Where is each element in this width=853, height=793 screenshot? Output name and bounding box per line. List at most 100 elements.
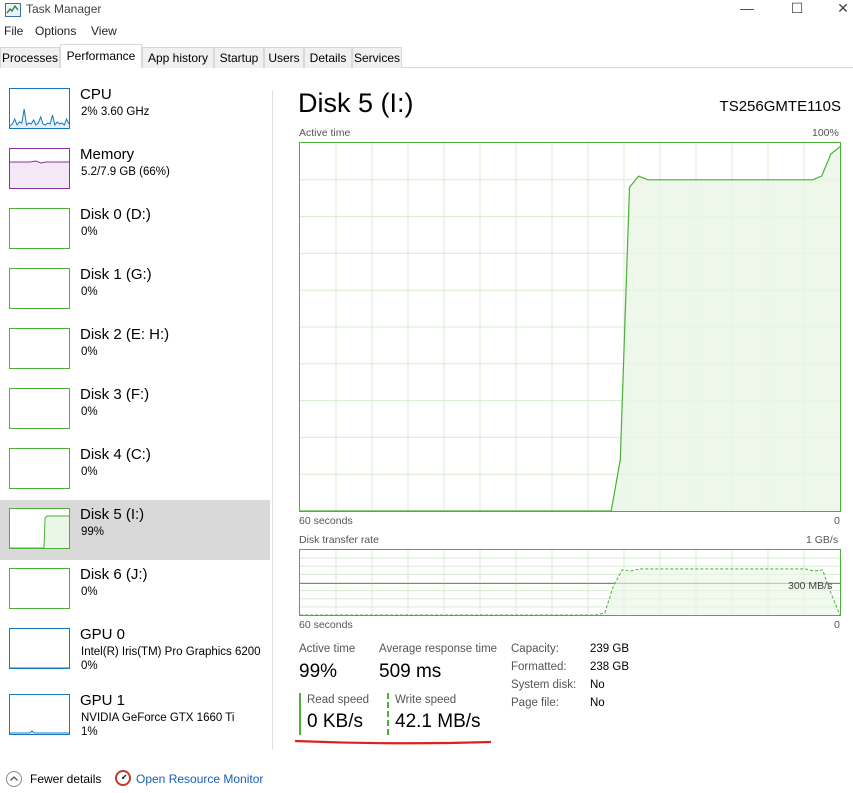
write-speed-label: Write speed bbox=[395, 694, 457, 706]
tab-details[interactable]: Details bbox=[304, 47, 352, 68]
sidebar-item-disk-1-g[interactable]: Disk 1 (G:) 0% bbox=[0, 260, 270, 320]
active-time-graph-min: 0 bbox=[834, 515, 840, 527]
sidebar-divider bbox=[272, 90, 273, 750]
read-speed-label: Read speed bbox=[307, 694, 370, 706]
minimize-button[interactable]: — bbox=[724, 0, 770, 20]
sidebar-thumbnail-graph bbox=[9, 208, 70, 249]
open-resource-monitor-link[interactable]: Open Resource Monitor bbox=[136, 772, 263, 786]
menu-file[interactable]: File bbox=[4, 24, 23, 38]
sidebar-item-detail: 0% bbox=[81, 286, 98, 298]
sidebar-item-disk-2-e-h[interactable]: Disk 2 (E: H:) 0% bbox=[0, 320, 270, 380]
sidebar-thumbnail-graph bbox=[9, 388, 70, 429]
sidebar-item-disk-5-i[interactable]: Disk 5 (I:) 99% bbox=[0, 500, 270, 560]
tab-app-history[interactable]: App history bbox=[142, 47, 214, 68]
write-speed-area bbox=[300, 568, 840, 615]
sidebar-item-name: Disk 3 (F:) bbox=[80, 386, 150, 403]
response-time-label: Average response time bbox=[379, 643, 498, 655]
sidebar-thumbnail-graph bbox=[9, 328, 70, 369]
write-speed-marker bbox=[387, 693, 389, 735]
window-title: Task Manager bbox=[26, 2, 102, 16]
sidebar-item-gpu-1[interactable]: GPU 1 NVIDIA GeForce GTX 1660 Ti 1% bbox=[0, 686, 270, 746]
sidebar-thumbnail-graph bbox=[9, 148, 70, 189]
formatted-value: 238 GB bbox=[590, 661, 629, 673]
sidebar-thumbnail-graph bbox=[9, 268, 70, 309]
sidebar-item-disk-4-c[interactable]: Disk 4 (C:) 0% bbox=[0, 440, 270, 500]
red-annotation-underline bbox=[294, 739, 492, 745]
maximize-button[interactable]: ☐ bbox=[774, 0, 820, 20]
transfer-graph-label: Disk transfer rate bbox=[299, 534, 379, 546]
sidebar-thumbnail-graph bbox=[9, 448, 70, 489]
transfer-graph-xlabel: 60 seconds bbox=[299, 619, 353, 631]
active-time-value: 99% bbox=[299, 661, 338, 682]
sidebar-item-detail: 0% bbox=[81, 586, 98, 598]
transfer-graph-max: 1 GB/s bbox=[806, 534, 839, 546]
performance-sidebar: CPU 2% 3.60 GHz Memory 5.2/7.9 GB (66%) Disk… bbox=[0, 82, 270, 754]
sidebar-item-disk-0-d[interactable]: Disk 0 (D:) 0% bbox=[0, 200, 270, 260]
disk-model: TS256GMTE110S bbox=[719, 98, 841, 115]
menu-view[interactable]: View bbox=[91, 24, 117, 38]
task-manager-icon bbox=[5, 3, 21, 17]
menu-options[interactable]: Options bbox=[35, 24, 76, 38]
transfer-graph-mark: 300 MB/s bbox=[788, 580, 833, 592]
page-file-value: No bbox=[590, 697, 605, 709]
active-time-graph-label: Active time bbox=[299, 127, 351, 139]
page-file-label: Page file: bbox=[511, 697, 559, 709]
active-time-graph-max: 100% bbox=[812, 127, 839, 139]
sidebar-item-name: Memory bbox=[80, 146, 135, 163]
active-time-graph bbox=[299, 142, 841, 512]
active-time-label: Active time bbox=[299, 643, 356, 655]
sidebar-item-memory[interactable]: Memory 5.2/7.9 GB (66%) bbox=[0, 140, 270, 200]
sidebar-thumbnail-graph bbox=[9, 508, 70, 549]
sidebar-item-detail: 0% bbox=[81, 346, 98, 358]
sidebar-item-name: Disk 4 (C:) bbox=[80, 446, 151, 463]
tab-bar: Processes Performance App history Startu… bbox=[0, 44, 853, 68]
footer: Fewer details Open Resource Monitor bbox=[0, 766, 853, 793]
system-disk-value: No bbox=[590, 679, 605, 691]
tab-services[interactable]: Services bbox=[352, 47, 402, 68]
thumbnail-fill bbox=[10, 161, 69, 188]
sidebar-item-detail: Intel(R) Iris(TM) Pro Graphics 6200 bbox=[81, 646, 261, 658]
sidebar-thumbnail-graph bbox=[9, 694, 70, 735]
sidebar-item-detail: 5.2/7.9 GB (66%) bbox=[81, 166, 170, 178]
sidebar-item-name: Disk 6 (J:) bbox=[80, 566, 148, 583]
transfer-graph-min: 0 bbox=[834, 619, 840, 631]
read-speed-marker bbox=[299, 693, 301, 735]
formatted-label: Formatted: bbox=[511, 661, 567, 673]
sidebar-item-name: Disk 2 (E: H:) bbox=[80, 326, 170, 343]
capacity-value: 239 GB bbox=[590, 643, 629, 655]
active-time-chart bbox=[300, 143, 840, 511]
sidebar-thumbnail-graph bbox=[9, 88, 70, 129]
page-title: Disk 5 (I:) bbox=[298, 88, 414, 118]
sidebar-item-name: Disk 1 (G:) bbox=[80, 266, 152, 283]
response-time-value: 509 ms bbox=[379, 661, 442, 682]
sidebar-item-detail: NVIDIA GeForce GTX 1660 Ti bbox=[81, 712, 235, 724]
sidebar-item-disk-6-j[interactable]: Disk 6 (J:) 0% bbox=[0, 560, 270, 620]
fewer-details-button[interactable]: Fewer details bbox=[30, 772, 101, 786]
active-time-area bbox=[300, 146, 840, 511]
thumbnail-fill bbox=[10, 109, 69, 128]
sidebar-item-gpu-0[interactable]: GPU 0 Intel(R) Iris(TM) Pro Graphics 6200… bbox=[0, 620, 270, 680]
tab-performance[interactable]: Performance bbox=[60, 44, 142, 68]
sidebar-item-detail: 1% bbox=[81, 726, 98, 738]
sidebar-item-cpu[interactable]: CPU 2% 3.60 GHz bbox=[0, 80, 270, 140]
sidebar-item-name: CPU bbox=[80, 86, 112, 103]
sidebar-item-name: Disk 5 (I:) bbox=[80, 506, 145, 523]
tab-startup[interactable]: Startup bbox=[214, 47, 264, 68]
sidebar-item-detail: 0% bbox=[81, 660, 98, 672]
sidebar-thumbnail-graph bbox=[9, 628, 70, 669]
thumbnail-line bbox=[10, 730, 69, 734]
capacity-label: Capacity: bbox=[511, 643, 559, 655]
close-button[interactable]: ✕ bbox=[820, 0, 853, 20]
tab-processes[interactable]: Processes bbox=[0, 47, 60, 68]
sidebar-thumbnail-graph bbox=[9, 568, 70, 609]
sidebar-item-detail: 99% bbox=[81, 526, 105, 538]
chevron-up-icon[interactable] bbox=[6, 771, 22, 787]
resource-monitor-icon[interactable] bbox=[115, 770, 131, 786]
tab-users[interactable]: Users bbox=[264, 47, 304, 68]
sidebar-item-name: GPU 0 bbox=[80, 626, 126, 643]
sidebar-item-detail: 0% bbox=[81, 466, 98, 478]
sidebar-item-detail: 0% bbox=[81, 406, 98, 418]
transfer-graph bbox=[299, 549, 841, 616]
sidebar-item-disk-3-f[interactable]: Disk 3 (F:) 0% bbox=[0, 380, 270, 440]
thumbnail-fill bbox=[10, 516, 69, 548]
